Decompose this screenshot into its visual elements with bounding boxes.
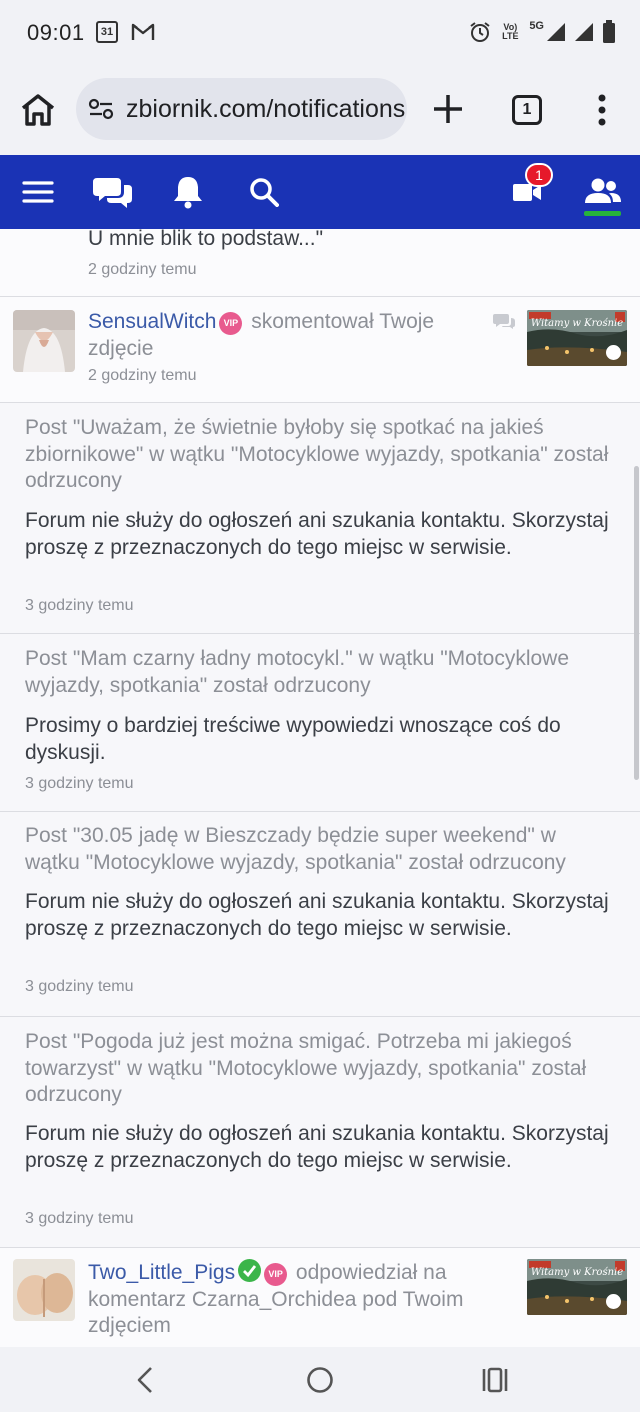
chat-icon[interactable] bbox=[92, 155, 134, 229]
notification-time: 3 godziny temu bbox=[25, 1210, 134, 1227]
network-5g: 5G bbox=[529, 20, 566, 42]
notification-time: 3 godziny temu bbox=[25, 597, 134, 614]
address-bar[interactable]: zbiornik.com/notifications bbox=[76, 78, 407, 140]
rejected-post-text: Post "Mam czarny ładny motocykl." w wątk… bbox=[25, 647, 570, 697]
bell-icon[interactable] bbox=[172, 155, 204, 229]
url-text[interactable]: zbiornik.com/notifications bbox=[126, 95, 405, 124]
verified-icon bbox=[238, 1259, 262, 1282]
site-settings-icon[interactable] bbox=[88, 97, 114, 121]
more-menu-icon[interactable] bbox=[590, 92, 614, 128]
notification-time: 3 godziny temu bbox=[25, 978, 134, 995]
network-5g-label: 5G bbox=[529, 20, 544, 32]
calendar-icon: 31 bbox=[96, 21, 118, 43]
rejection-reason: Forum nie służy do ogłoszeń ani szukania… bbox=[25, 509, 609, 559]
status-bar: 09:01 31 Vo) LTE 5G bbox=[0, 0, 640, 64]
battery-icon bbox=[603, 20, 615, 43]
notification-time: 3 godziny temu bbox=[25, 775, 134, 792]
notification-item[interactable]: Post "Pogoda już jest można smigać. Potr… bbox=[0, 1017, 640, 1248]
new-tab-icon[interactable] bbox=[430, 91, 466, 127]
alarm-icon bbox=[470, 22, 490, 42]
menu-icon[interactable] bbox=[20, 155, 56, 229]
system-navigation-bar bbox=[0, 1347, 640, 1412]
signal-icon bbox=[575, 23, 593, 41]
rejected-post-text: Post "Pogoda już jest można smigać. Potr… bbox=[25, 1030, 587, 1106]
photo-thumbnail[interactable]: Witamy w Krośnie bbox=[527, 1259, 627, 1315]
comment-icon bbox=[493, 314, 515, 329]
thumbnail-caption: Witamy w Krośnie bbox=[530, 1267, 624, 1278]
username-link[interactable]: SensualWitch bbox=[88, 310, 216, 333]
home-circle-icon[interactable] bbox=[295, 1347, 345, 1412]
notification-text: SensualWitch VIP skomentował Twoje zdjęci… bbox=[88, 309, 488, 362]
notification-item[interactable]: Two_Little_Pigs VIP odpowiedział na komen… bbox=[0, 1248, 640, 1347]
notification-text: U mnie blik to podstaw..." bbox=[88, 229, 324, 250]
notification-text: Two_Little_Pigs VIP odpowiedział na komen… bbox=[88, 1259, 488, 1340]
home-icon[interactable] bbox=[18, 92, 58, 128]
messages-badge: 1 bbox=[525, 163, 553, 187]
rejection-reason: Forum nie służy do ogłoszeń ani szukania… bbox=[25, 1122, 609, 1172]
rejection-reason: Prosimy o bardziej treściwe wypowiedzi w… bbox=[25, 714, 561, 764]
globe-icon bbox=[606, 345, 621, 360]
back-icon[interactable] bbox=[120, 1347, 170, 1412]
scrollbar[interactable] bbox=[634, 466, 639, 780]
volte-icon: Vo) LTE bbox=[499, 23, 521, 41]
rejection-reason: Forum nie służy do ogłoszeń ani szukania… bbox=[25, 890, 609, 940]
thumbnail-caption: Witamy w Krośnie bbox=[530, 318, 624, 329]
browser-toolbar: zbiornik.com/notifications 1 bbox=[0, 64, 640, 155]
notification-item[interactable]: SensualWitch VIP skomentował Twoje zdjęci… bbox=[0, 297, 640, 403]
notification-time: 2 godziny temu bbox=[88, 367, 197, 384]
site-navbar: 1 bbox=[0, 155, 640, 229]
active-tab-indicator bbox=[584, 211, 621, 216]
photo-thumbnail[interactable]: Witamy w Krośnie bbox=[527, 310, 627, 366]
rejected-post-text: Post "Uważam, że świetnie byłoby się spo… bbox=[25, 416, 609, 492]
tab-switcher-button[interactable]: 1 bbox=[512, 95, 542, 125]
search-icon[interactable] bbox=[248, 155, 280, 229]
signal-icon bbox=[547, 23, 565, 41]
status-time: 09:01 bbox=[27, 20, 85, 45]
username-link[interactable]: Two_Little_Pigs bbox=[88, 1261, 235, 1284]
avatar[interactable] bbox=[13, 1259, 75, 1321]
globe-icon bbox=[606, 1294, 621, 1309]
notification-time: 2 godziny temu bbox=[88, 261, 197, 278]
notification-item[interactable]: U mnie blik to podstaw..." 2 godziny tem… bbox=[0, 229, 640, 297]
vip-badge: VIP bbox=[264, 1263, 288, 1286]
gmail-icon bbox=[131, 23, 155, 40]
notification-item[interactable]: Post "Uważam, że świetnie byłoby się spo… bbox=[0, 403, 640, 634]
notifications-list: U mnie blik to podstaw..." 2 godziny tem… bbox=[0, 229, 640, 1347]
friends-icon[interactable] bbox=[584, 155, 622, 229]
notification-item[interactable]: Post "30.05 jadę w Bieszczady będzie sup… bbox=[0, 812, 640, 1017]
rejected-post-text: Post "30.05 jadę w Bieszczady będzie sup… bbox=[25, 824, 566, 874]
recents-icon[interactable] bbox=[470, 1347, 520, 1412]
vip-badge: VIP bbox=[219, 312, 243, 335]
volte-label-bottom: LTE bbox=[502, 31, 519, 41]
notification-item[interactable]: Post "Mam czarny ładny motocykl." w wątk… bbox=[0, 634, 640, 812]
avatar[interactable] bbox=[13, 310, 75, 372]
